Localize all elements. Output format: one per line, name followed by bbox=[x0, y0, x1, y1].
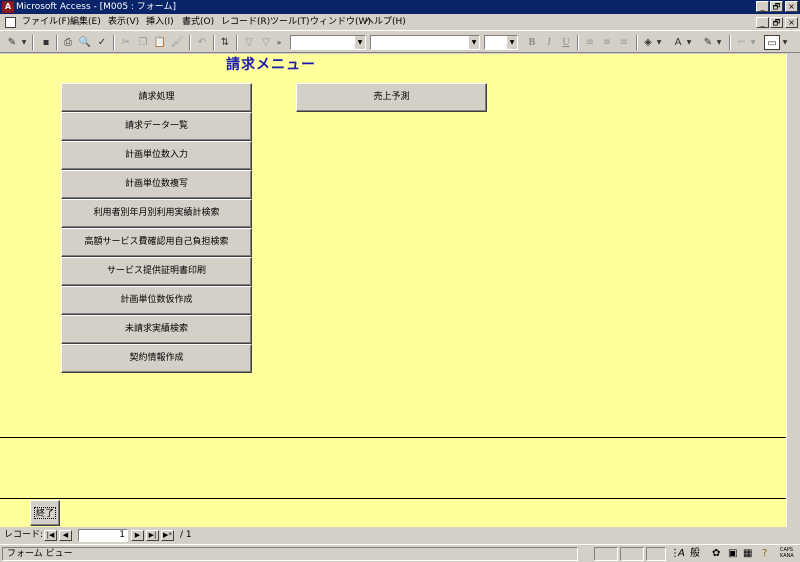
vertical-scrollbar[interactable] bbox=[786, 54, 800, 527]
undo-icon[interactable]: ↶ bbox=[194, 35, 210, 50]
align-right-icon[interactable]: ≡ bbox=[616, 35, 632, 50]
menu-edit[interactable]: 編集(E) bbox=[70, 16, 101, 29]
access-icon[interactable]: A bbox=[2, 1, 14, 13]
font-name-combo[interactable]: ▼ bbox=[370, 35, 480, 50]
form-title: 請求メニュー bbox=[226, 57, 316, 73]
record-number-input[interactable]: 1 bbox=[78, 529, 128, 542]
minimize-button[interactable]: _ bbox=[756, 1, 769, 12]
filter-by-form-icon[interactable]: ▽ bbox=[258, 35, 274, 50]
end-button[interactable]: 終了 bbox=[30, 500, 60, 526]
high-cost-copay-search-button[interactable]: 高額サービス費確認用自己負担検索 bbox=[61, 228, 252, 257]
record-total: / 1 bbox=[180, 530, 192, 540]
status-indicator-2 bbox=[620, 547, 644, 561]
align-left-icon[interactable]: ≡ bbox=[582, 35, 598, 50]
ime-pad-icon[interactable]: ✿ bbox=[712, 546, 720, 561]
dropdown-arrow-icon[interactable]: ▼ bbox=[685, 35, 693, 50]
filter-by-selection-icon[interactable]: ▽ bbox=[241, 35, 257, 50]
underline-button[interactable]: U bbox=[558, 35, 574, 50]
dropdown-arrow-icon[interactable]: ▼ bbox=[715, 35, 723, 50]
usage-results-search-button[interactable]: 利用者別年月別利用実績計検索 bbox=[61, 199, 252, 228]
ime-mode-label[interactable]: 般 bbox=[690, 546, 700, 561]
footer-divider bbox=[0, 498, 786, 499]
last-record-button[interactable]: ▶| bbox=[146, 530, 159, 541]
menu-file[interactable]: ファイル(F) bbox=[22, 16, 70, 29]
line-color-icon[interactable]: ✎ bbox=[700, 35, 716, 50]
align-center-icon[interactable]: ≡ bbox=[599, 35, 615, 50]
menu-view[interactable]: 表示(V) bbox=[108, 16, 139, 29]
sort-icon[interactable]: ⇅ bbox=[217, 35, 233, 50]
dropdown-arrow-icon[interactable]: ▼ bbox=[655, 35, 663, 50]
record-navigation: レコード: |◀ ◀ 1 ▶ ▶| ▶* / 1 bbox=[0, 527, 800, 544]
menu-bar: ファイル(F) 編集(E) 表示(V) 挿入(I) 書式(O) レコード(R) … bbox=[0, 14, 800, 31]
dropdown-arrow-icon[interactable]: ▼ bbox=[20, 35, 28, 50]
fill-color-icon[interactable]: ◈ bbox=[640, 35, 656, 50]
status-indicator-3 bbox=[646, 547, 666, 561]
plan-units-copy-button[interactable]: 計画単位数複写 bbox=[61, 170, 252, 199]
contract-info-create-button[interactable]: 契約情報作成 bbox=[61, 344, 252, 373]
ime-help-icon[interactable]: ? bbox=[762, 546, 767, 561]
font-size-combo[interactable]: ▼ bbox=[484, 35, 518, 50]
new-record-button[interactable]: ▶* bbox=[161, 530, 174, 541]
service-certificate-print-button[interactable]: サービス提供証明書印刷 bbox=[61, 257, 252, 286]
save-icon[interactable]: ▪ bbox=[38, 35, 54, 50]
format-painter-icon[interactable]: 🖌 bbox=[169, 35, 185, 50]
copy-icon[interactable]: ❐ bbox=[135, 35, 151, 50]
special-effect-icon[interactable]: ▭ bbox=[764, 35, 780, 50]
view-icon[interactable]: ✎ bbox=[4, 35, 20, 50]
menu-window[interactable]: ウィンドウ(W) bbox=[310, 16, 371, 29]
form-document-icon[interactable] bbox=[5, 17, 16, 28]
italic-button[interactable]: I bbox=[541, 35, 557, 50]
plan-units-input-button[interactable]: 計画単位数入力 bbox=[61, 141, 252, 170]
form-canvas: 請求メニュー 請求処理 請求データ一覧 計画単位数入力 計画単位数複写 利用者別… bbox=[0, 54, 786, 527]
line-width-icon[interactable]: ⌐ bbox=[734, 35, 750, 50]
kana-indicator: KANA bbox=[780, 553, 794, 559]
cut-icon[interactable]: ✂ bbox=[118, 35, 134, 50]
bold-button[interactable]: B bbox=[524, 35, 540, 50]
toolbar-options-icon[interactable]: » bbox=[274, 35, 284, 50]
ime-tool-icon[interactable]: ▦ bbox=[743, 546, 752, 561]
paste-icon[interactable]: 📋 bbox=[152, 35, 168, 50]
restore-button[interactable]: 🗗 bbox=[770, 1, 783, 12]
record-label: レコード: bbox=[4, 530, 44, 540]
unbilled-results-search-button[interactable]: 未請求実績検索 bbox=[61, 315, 252, 344]
close-button[interactable]: × bbox=[785, 1, 798, 12]
next-record-button[interactable]: ▶ bbox=[131, 530, 144, 541]
billing-data-list-button[interactable]: 請求データ一覧 bbox=[61, 112, 252, 141]
chevron-down-icon[interactable]: ▼ bbox=[506, 36, 517, 49]
spelling-icon[interactable]: ✓ bbox=[94, 35, 110, 50]
section-divider bbox=[0, 437, 786, 438]
title-bar[interactable]: A Microsoft Access - [M005 : フォーム] _ 🗗 × bbox=[0, 0, 800, 14]
input-mode-icon[interactable]: A bbox=[678, 546, 685, 561]
end-button-label: 終了 bbox=[33, 507, 56, 519]
print-preview-icon[interactable]: 🔍 bbox=[77, 35, 93, 50]
menu-help[interactable]: ヘルプ(H) bbox=[365, 16, 406, 29]
print-icon[interactable]: ⎙ bbox=[60, 35, 76, 50]
status-bar: フォーム ビュー ⋮ A 般 ✿ ▣ ▦ ? CAPS KANA bbox=[0, 544, 800, 562]
formatting-toolbar: ✎ ▼ ▪ ⎙ 🔍 ✓ ✂ ❐ 📋 🖌 ↶ ⇅ ▽ ▽ » ▼ ▼ ▼ B I … bbox=[0, 32, 800, 53]
dropdown-arrow-icon[interactable]: ▼ bbox=[781, 35, 789, 50]
prev-record-button[interactable]: ◀ bbox=[59, 530, 72, 541]
window-title: Microsoft Access - [M005 : フォーム] bbox=[16, 2, 177, 12]
menu-insert[interactable]: 挿入(I) bbox=[146, 16, 174, 29]
menu-tools[interactable]: ツール(T) bbox=[270, 16, 310, 29]
doc-minimize-button[interactable]: _ bbox=[756, 17, 769, 28]
dropdown-arrow-icon[interactable]: ▼ bbox=[749, 35, 757, 50]
plan-units-draft-button[interactable]: 計画単位数仮作成 bbox=[61, 286, 252, 315]
font-color-icon[interactable]: A bbox=[670, 35, 686, 50]
chevron-down-icon[interactable]: ▼ bbox=[468, 36, 479, 49]
object-combo[interactable]: ▼ bbox=[290, 35, 366, 50]
menu-format[interactable]: 書式(O) bbox=[182, 16, 214, 29]
sales-forecast-button[interactable]: 売上予測 bbox=[296, 83, 487, 112]
doc-restore-button[interactable]: 🗗 bbox=[770, 17, 783, 28]
status-indicator-1 bbox=[594, 547, 618, 561]
doc-close-button[interactable]: × bbox=[785, 17, 798, 28]
chevron-down-icon[interactable]: ▼ bbox=[354, 36, 365, 49]
billing-process-button[interactable]: 請求処理 bbox=[61, 83, 252, 112]
status-text: フォーム ビュー bbox=[7, 549, 73, 559]
status-panel: フォーム ビュー bbox=[2, 547, 578, 561]
menu-records[interactable]: レコード(R) bbox=[221, 16, 270, 29]
first-record-button[interactable]: |◀ bbox=[44, 530, 57, 541]
ime-dictionary-icon[interactable]: ▣ bbox=[728, 546, 737, 561]
